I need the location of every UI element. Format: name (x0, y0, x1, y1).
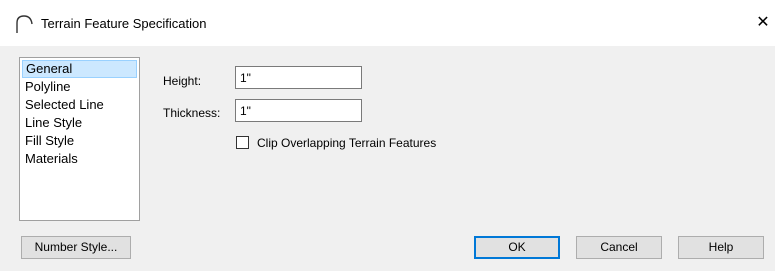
terrain-arch-icon (15, 14, 35, 34)
dialog-body: General Polyline Selected Line Line Styl… (0, 46, 775, 271)
cancel-button[interactable]: Cancel (576, 236, 662, 259)
thickness-input[interactable] (235, 99, 362, 122)
nav-item-materials[interactable]: Materials (22, 150, 137, 168)
nav-item-polyline[interactable]: Polyline (22, 78, 137, 96)
clip-overlapping-checkbox[interactable] (236, 136, 249, 149)
clip-overlapping-label[interactable]: Clip Overlapping Terrain Features (257, 135, 436, 151)
window-title: Terrain Feature Specification (41, 16, 207, 31)
nav-item-selected-line[interactable]: Selected Line (22, 96, 137, 114)
nav-item-general[interactable]: General (22, 60, 137, 78)
close-icon[interactable]: ✕ (754, 12, 772, 34)
terrain-feature-dialog: Terrain Feature Specification ✕ General … (0, 0, 775, 271)
height-input[interactable] (235, 66, 362, 89)
help-button[interactable]: Help (678, 236, 764, 259)
nav-item-line-style[interactable]: Line Style (22, 114, 137, 132)
number-style-button[interactable]: Number Style... (21, 236, 131, 259)
title-bar[interactable]: Terrain Feature Specification ✕ (0, 0, 775, 46)
ok-button[interactable]: OK (474, 236, 560, 259)
thickness-label: Thickness: (163, 106, 221, 120)
category-list[interactable]: General Polyline Selected Line Line Styl… (19, 57, 140, 221)
height-label: Height: (163, 74, 202, 88)
nav-item-fill-style[interactable]: Fill Style (22, 132, 137, 150)
